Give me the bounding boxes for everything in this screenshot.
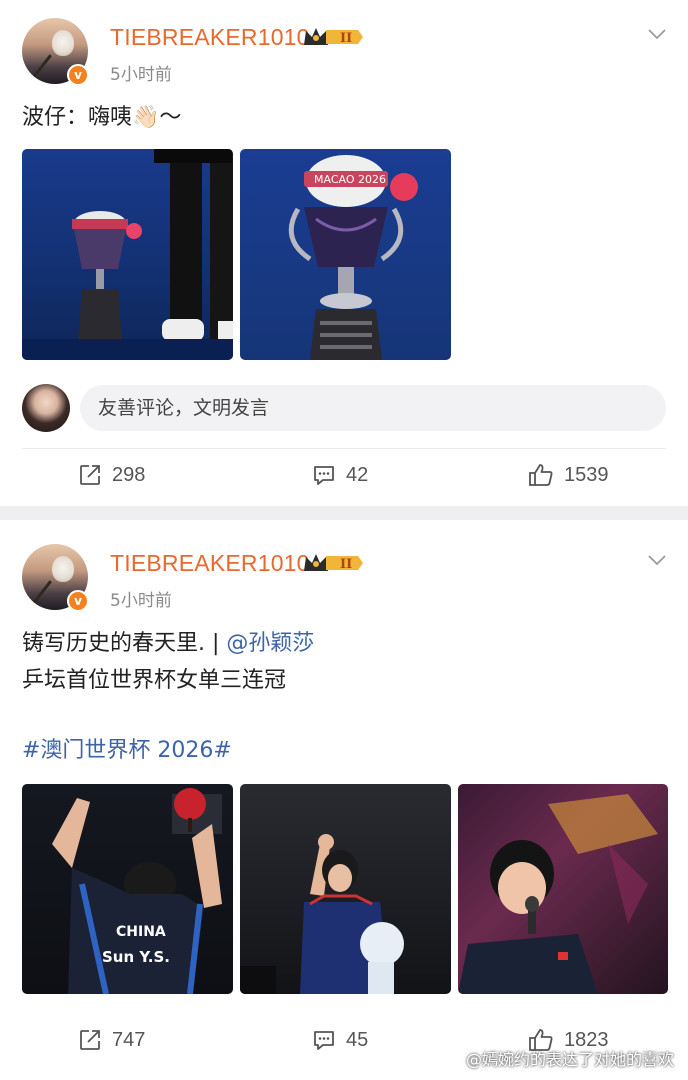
comment-icon <box>314 1031 334 1050</box>
thumbs-up-icon <box>529 464 553 486</box>
share-icon <box>80 1030 100 1050</box>
member-crown-badge-icon[interactable]: II <box>302 25 364 49</box>
like-count: 1539 <box>564 463 609 486</box>
comment-input[interactable]: 友善评论，文明发言 <box>80 385 666 431</box>
post-photo[interactable] <box>22 149 233 360</box>
post-text: 波仔：嗨咦👋🏻～ <box>22 105 182 130</box>
like-button[interactable]: 1539 <box>528 463 609 487</box>
post-text-main: 铸写历史的春天里. | <box>22 631 227 656</box>
hashtag-link[interactable]: #澳门世界杯 2026# <box>22 733 232 769</box>
weibo-logo-icon <box>435 1050 460 1068</box>
mention-link[interactable]: @孙颖莎 <box>226 631 314 656</box>
jersey-name-text: Sun Y.S. <box>102 948 170 966</box>
verified-badge-icon: v <box>67 590 89 612</box>
comment-count: 42 <box>346 463 369 486</box>
post-timestamp: 5小时前 <box>110 591 172 611</box>
comment-button[interactable]: 42 <box>312 463 368 487</box>
username[interactable]: TIEBREAKER1010 <box>110 24 310 51</box>
repost-button[interactable]: 747 <box>78 1028 145 1052</box>
post-text-line1: 铸写历史的春天里. | @孙颖莎 <box>22 626 314 662</box>
username[interactable]: TIEBREAKER1010 <box>110 550 310 577</box>
post-photo[interactable] <box>458 784 668 994</box>
chevron-down-icon[interactable] <box>647 24 667 44</box>
badge-level: II <box>340 31 352 46</box>
badge-level: II <box>340 557 352 572</box>
weibo-post-2: v TIEBREAKER1010 II 5小时前 铸写历史的春天里. | @孙颖… <box>0 520 688 1080</box>
current-user-avatar <box>22 384 70 432</box>
verified-badge-icon: v <box>67 64 89 86</box>
post-photo[interactable]: CHINA Sun Y.S. <box>22 784 233 994</box>
weibo-post-1: v TIEBREAKER1010 II 5小时前 波仔：嗨咦👋🏻～ MACAO … <box>0 0 688 506</box>
comment-count: 45 <box>346 1028 369 1051</box>
comment-button[interactable]: 45 <box>312 1028 368 1052</box>
post-photo[interactable] <box>240 784 451 994</box>
trophy-ribbon-text: MACAO 2026 <box>314 173 386 186</box>
post-text-line2: 乒坛首位世界杯女单三连冠 <box>22 668 287 693</box>
chevron-down-icon[interactable] <box>647 550 667 570</box>
repost-button[interactable]: 298 <box>78 463 145 487</box>
jersey-country-text: CHINA <box>116 924 166 940</box>
watermark-text: @嫣婉约的表达了对她的喜欢 <box>465 1050 674 1069</box>
repost-count: 298 <box>112 463 146 486</box>
post-photo[interactable]: MACAO 2026 <box>240 149 451 360</box>
repost-count: 747 <box>112 1028 146 1051</box>
share-icon <box>80 465 100 485</box>
watermark: @嫣婉约的表达了对她的喜欢 <box>434 1046 674 1070</box>
divider <box>22 448 666 449</box>
comment-icon <box>314 466 334 485</box>
post-timestamp: 5小时前 <box>110 65 172 85</box>
member-crown-badge-icon[interactable]: II <box>302 551 364 575</box>
